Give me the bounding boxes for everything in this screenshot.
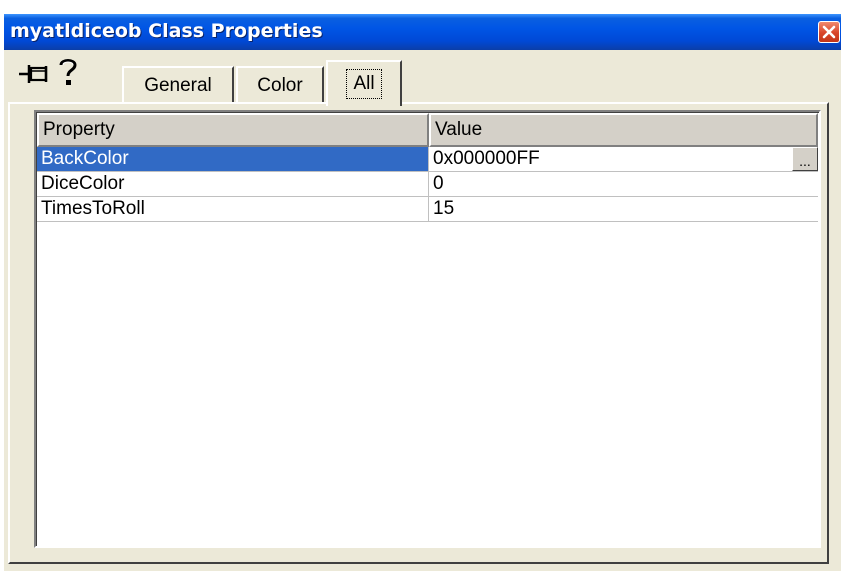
close-icon xyxy=(822,25,836,39)
property-value[interactable]: 0 xyxy=(429,172,818,196)
property-row-timestoroll[interactable]: TimesToRoll 15 xyxy=(37,197,818,222)
ellipsis-button[interactable]: ... xyxy=(792,147,818,171)
property-name[interactable]: DiceColor xyxy=(37,172,429,196)
tab-general[interactable]: General xyxy=(122,66,234,104)
property-row-dicecolor[interactable]: DiceColor 0 xyxy=(37,172,818,197)
property-value-text: 0x000000FF xyxy=(433,148,540,169)
title-bar[interactable]: myatldiceob Class Properties xyxy=(4,14,841,50)
close-button[interactable] xyxy=(818,21,840,43)
tab-all-label: All xyxy=(346,69,382,99)
properties-window: myatldiceob Class Properties General Col… xyxy=(4,14,841,571)
property-name[interactable]: BackColor xyxy=(37,147,429,171)
property-row-backcolor[interactable]: BackColor 0x000000FF ... xyxy=(37,147,818,172)
column-header-property[interactable]: Property xyxy=(37,113,429,147)
property-name[interactable]: TimesToRoll xyxy=(37,197,429,221)
property-value[interactable]: 15 xyxy=(429,197,818,221)
grid-header: Property Value xyxy=(37,113,818,147)
property-grid[interactable]: Property Value BackColor 0x000000FF ... … xyxy=(34,110,821,548)
tab-all[interactable]: All xyxy=(326,60,402,106)
window-title: myatldiceob Class Properties xyxy=(10,20,323,42)
tab-color-label: Color xyxy=(257,75,303,96)
property-value[interactable]: 0x000000FF ... xyxy=(429,147,818,171)
pushpin-icon[interactable] xyxy=(18,62,50,86)
tab-color[interactable]: Color xyxy=(236,66,324,104)
tab-general-label: General xyxy=(144,75,212,96)
column-header-value[interactable]: Value xyxy=(429,113,818,147)
help-question-icon[interactable] xyxy=(56,56,80,88)
